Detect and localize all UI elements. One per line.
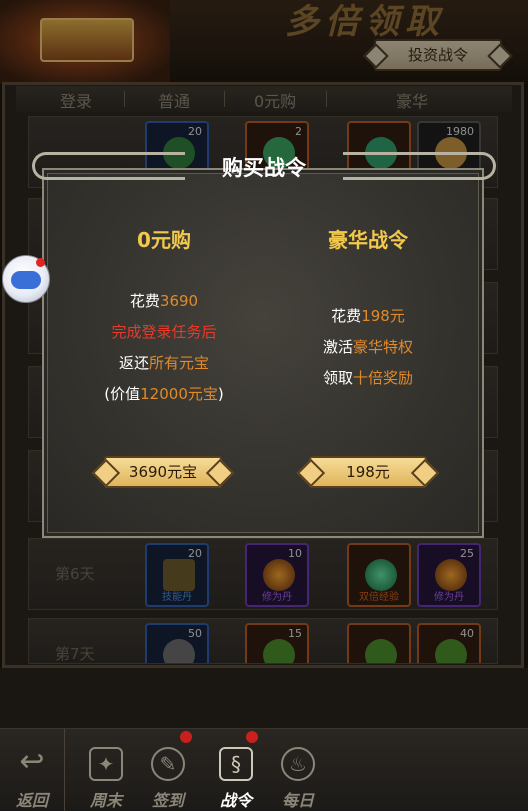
floating-gamepad-button[interactable]: [2, 255, 50, 303]
dialog-title-bar: 购买战令: [22, 140, 506, 188]
gamepad-icon: [11, 271, 41, 289]
reward-line: 领取十倍奖励: [258, 367, 478, 388]
reward-label: 领取: [322, 369, 353, 387]
value-label: (价值: [104, 385, 141, 403]
dialog-title: 购买战令: [222, 156, 306, 180]
nav-checkin-label: 签到: [151, 791, 184, 810]
cost-value: 198元: [361, 307, 405, 325]
activate-line: 激活豪华特权: [258, 336, 478, 357]
notification-badge: [180, 731, 192, 743]
scroll-icon: §: [219, 747, 253, 781]
nav-daily[interactable]: ♨ 每日: [268, 729, 328, 811]
refund-value: 所有元宝: [149, 354, 210, 372]
buy-battlepass-dialog: 0元购 花费3690 完成登录任务后 返还所有元宝 (价值12000元宝) 豪华…: [42, 168, 484, 538]
value-line: (价值12000元宝): [54, 383, 274, 404]
cost-label: 花费: [331, 307, 362, 325]
reward-value: 十倍奖励: [353, 369, 414, 387]
nav-daily-label: 每日: [281, 791, 314, 810]
cost-label: 花费: [129, 292, 160, 310]
buy-luxury-button[interactable]: 198元: [309, 456, 427, 488]
cost-line: 花费3690: [54, 290, 274, 311]
nav-weekend[interactable]: ✦ 周末: [76, 729, 136, 811]
activate-label: 激活: [322, 338, 353, 356]
back-arrow-icon: ↩: [19, 744, 45, 779]
nav-back[interactable]: ↩ 返回: [2, 729, 62, 811]
zero-buy-title: 0元购: [137, 228, 191, 252]
nav-battlepass-label: 战令: [219, 791, 252, 810]
refund-label: 返还: [118, 354, 149, 372]
nav-battlepass[interactable]: § 战令: [206, 729, 266, 811]
refund-line: 返还所有元宝: [54, 352, 274, 373]
gift-icon: ✦: [89, 747, 123, 781]
activate-value: 豪华特权: [353, 338, 414, 356]
nav-back-label: 返回: [15, 791, 48, 810]
nav-checkin[interactable]: ✎ 签到: [138, 729, 198, 811]
cost-line: 花费198元: [258, 305, 478, 326]
flame-icon: ♨: [281, 747, 315, 781]
cost-value: 3690: [159, 292, 199, 310]
value-close: ): [217, 385, 224, 403]
nav-divider: [64, 729, 65, 811]
notification-dot: [36, 258, 45, 267]
buy-zero-button[interactable]: 3690元宝: [104, 456, 222, 488]
notification-badge: [246, 731, 258, 743]
luxury-title: 豪华战令: [328, 228, 408, 252]
nav-weekend-label: 周末: [89, 791, 122, 810]
bottom-nav: ↩ 返回 ✦ 周末 ✎ 签到 § 战令 ♨ 每日: [0, 728, 528, 811]
condition-line: 完成登录任务后: [111, 323, 217, 341]
brush-icon: ✎: [151, 747, 185, 781]
value-amount: 12000元宝: [140, 385, 218, 403]
